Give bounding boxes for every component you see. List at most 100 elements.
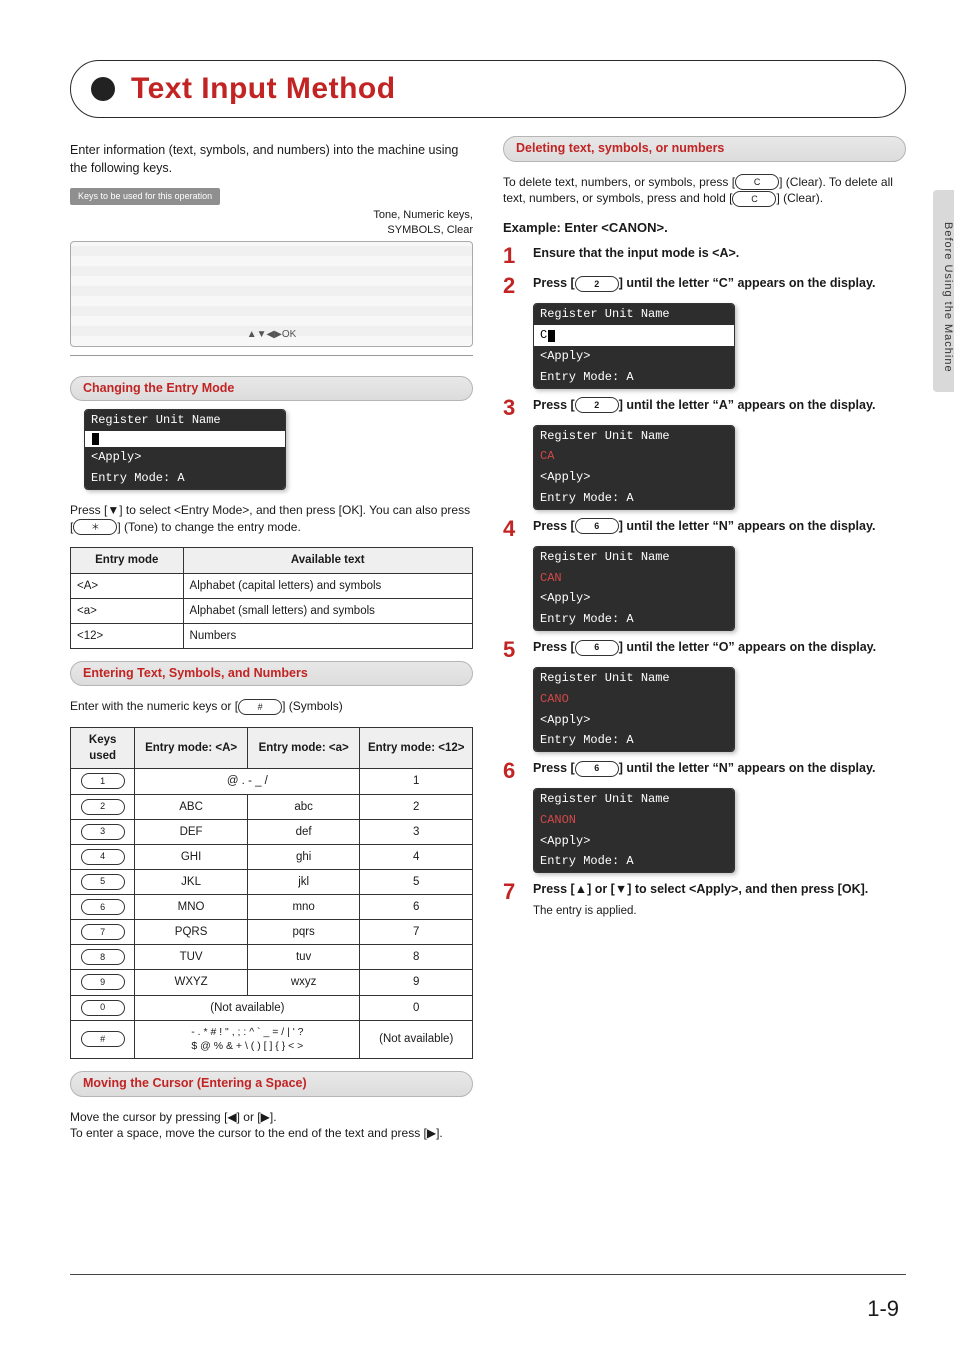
- lcd-line: Entry Mode: A: [85, 468, 285, 489]
- lcd-line: Entry Mode: A: [534, 730, 734, 751]
- lcd-line: CAN: [534, 568, 734, 589]
- key-icon: 2: [575, 276, 619, 292]
- key-icon: 6: [575, 640, 619, 656]
- left-column: Enter information (text, symbols, and nu…: [70, 136, 473, 1154]
- lcd-line: Register Unit Name: [85, 410, 285, 431]
- page-title: Text Input Method: [131, 72, 396, 106]
- key-icon: 0: [81, 1000, 125, 1016]
- lcd-line: Entry Mode: A: [534, 609, 734, 630]
- lcd-line: CANO: [534, 689, 734, 710]
- page-number: 1-9: [867, 1296, 899, 1322]
- th-keys: Keys used: [71, 728, 135, 769]
- step-number: 1: [503, 245, 523, 267]
- right-column: Deleting text, symbols, or numbers To de…: [503, 136, 906, 1154]
- cursor-note: Move the cursor by pressing [◀] or [▶]. …: [70, 1109, 473, 1143]
- step-number: 2: [503, 275, 523, 297]
- th-12: Entry mode: <12>: [360, 728, 473, 769]
- lcd-line: Register Unit Name: [534, 426, 734, 447]
- intro-text: Enter information (text, symbols, and nu…: [70, 142, 473, 177]
- lcd-line: <Apply>: [534, 467, 734, 488]
- key-icon: 7: [81, 924, 125, 940]
- table-row: 9WXYZwxyz9: [71, 970, 473, 995]
- clear-key-icon: C: [732, 191, 776, 207]
- hash-key-icon: #: [238, 699, 282, 715]
- lcd-line: [85, 431, 285, 447]
- page-title-box: Text Input Method: [70, 60, 906, 118]
- lcd-line: CA: [534, 446, 734, 467]
- key-icon: 2: [575, 397, 619, 413]
- table-row: 0 (Not available) 0: [71, 995, 473, 1020]
- key-icon: 4: [81, 849, 125, 865]
- lcd-line: <Apply>: [534, 831, 734, 852]
- step-2: 2 Press [2] until the letter “C” appears…: [503, 275, 906, 297]
- step-number: 5: [503, 639, 523, 661]
- example-heading: Example: Enter <CANON>.: [503, 219, 906, 237]
- panel-small1: Tone, Numeric keys,: [70, 209, 473, 222]
- step-number: 7: [503, 881, 523, 919]
- step-sub: The entry is applied.: [533, 903, 906, 919]
- lcd-line: Register Unit Name: [534, 304, 734, 325]
- step-body: Ensure that the input mode is <A>.: [533, 245, 906, 267]
- table-row: 1 @ . - _ / 1: [71, 769, 473, 794]
- keypad-table: Keys used Entry mode: <A> Entry mode: <a…: [70, 727, 473, 1059]
- key-icon: 3: [81, 824, 125, 840]
- table-row: 2ABCabc2: [71, 794, 473, 819]
- table-row: <a>Alphabet (small letters) and symbols: [71, 598, 473, 623]
- table-row: 4GHIghi4: [71, 844, 473, 869]
- table-row: <12>Numbers: [71, 623, 473, 648]
- step-body: Press [▲] or [▼] to select <Apply>, and …: [533, 881, 906, 919]
- lcd-line: <Apply>: [534, 588, 734, 609]
- side-tab: Before Using the Machine: [933, 190, 954, 392]
- lcd-step6: Register Unit Name CANON <Apply> Entry M…: [533, 788, 735, 873]
- table-row: <A>Alphabet (capital letters) and symbol…: [71, 573, 473, 598]
- key-icon: 6: [81, 899, 125, 915]
- lcd-step3: Register Unit Name CA <Apply> Entry Mode…: [533, 425, 735, 510]
- lcd-line: Register Unit Name: [534, 547, 734, 568]
- th-a: Entry mode: <a>: [247, 728, 360, 769]
- lcd-step2: Register Unit Name C <Apply> Entry Mode:…: [533, 303, 735, 388]
- lcd-line: Register Unit Name: [534, 789, 734, 810]
- step-4: 4 Press [6] until the letter “N” appears…: [503, 518, 906, 540]
- step-body: Press [6] until the letter “O” appears o…: [533, 639, 906, 661]
- heading-deleting-text: Deleting text, symbols, or numbers: [503, 136, 906, 162]
- lcd-line: CANON: [534, 810, 734, 831]
- panel-small2: SYMBOLS, Clear: [70, 224, 473, 237]
- lcd-line: Entry Mode: A: [534, 488, 734, 509]
- star-key-icon: ＊: [73, 519, 117, 535]
- lcd-change-mode: Register Unit Name <Apply> Entry Mode: A: [84, 409, 286, 489]
- lcd-line: <Apply>: [534, 346, 734, 367]
- step-number: 6: [503, 760, 523, 782]
- key-icon: 6: [575, 518, 619, 534]
- step-body: Press [6] until the letter “N” appears o…: [533, 760, 906, 782]
- entry-mode-table: Entry mode Available text <A>Alphabet (c…: [70, 547, 473, 648]
- heading-changing-entry-mode: Changing the Entry Mode: [70, 376, 473, 402]
- th-A: Entry mode: <A>: [135, 728, 248, 769]
- step-number: 4: [503, 518, 523, 540]
- lcd-line: <Apply>: [85, 447, 285, 468]
- lcd-line: Register Unit Name: [534, 668, 734, 689]
- step-body: Press [2] until the letter “C” appears o…: [533, 275, 906, 297]
- page: Text Input Method Enter information (tex…: [0, 0, 954, 1350]
- step-1: 1 Ensure that the input mode is <A>.: [503, 245, 906, 267]
- footer-rule: [70, 1274, 906, 1275]
- enter-note: Enter with the numeric keys or [#] (Symb…: [70, 698, 473, 715]
- table-row: 5JKLjkl5: [71, 869, 473, 894]
- clear-key-icon: C: [735, 174, 779, 190]
- lcd-step4: Register Unit Name CAN <Apply> Entry Mod…: [533, 546, 735, 631]
- key-icon: 5: [81, 874, 125, 890]
- heading-entering-text: Entering Text, Symbols, and Numbers: [70, 661, 473, 687]
- step-5: 5 Press [6] until the letter “O” appears…: [503, 639, 906, 661]
- th-entry-mode: Entry mode: [71, 548, 184, 573]
- key-icon: 9: [81, 974, 125, 990]
- th-available-text: Available text: [183, 548, 472, 573]
- key-icon: 6: [575, 761, 619, 777]
- key-icon: 8: [81, 949, 125, 965]
- table-row: 6MNOmno6: [71, 895, 473, 920]
- step-number: 3: [503, 397, 523, 419]
- key-icon: 2: [81, 799, 125, 815]
- table-row: 7PQRSpqrs7: [71, 920, 473, 945]
- table-row: # - . * # ! " , ; : ^ ` _ = / | ' ? $ @ …: [71, 1020, 473, 1058]
- delete-note: To delete text, numbers, or symbols, pre…: [503, 174, 906, 208]
- panel-illustration: ▲▼◀▶OK: [70, 241, 473, 347]
- step-6: 6 Press [6] until the letter “N” appears…: [503, 760, 906, 782]
